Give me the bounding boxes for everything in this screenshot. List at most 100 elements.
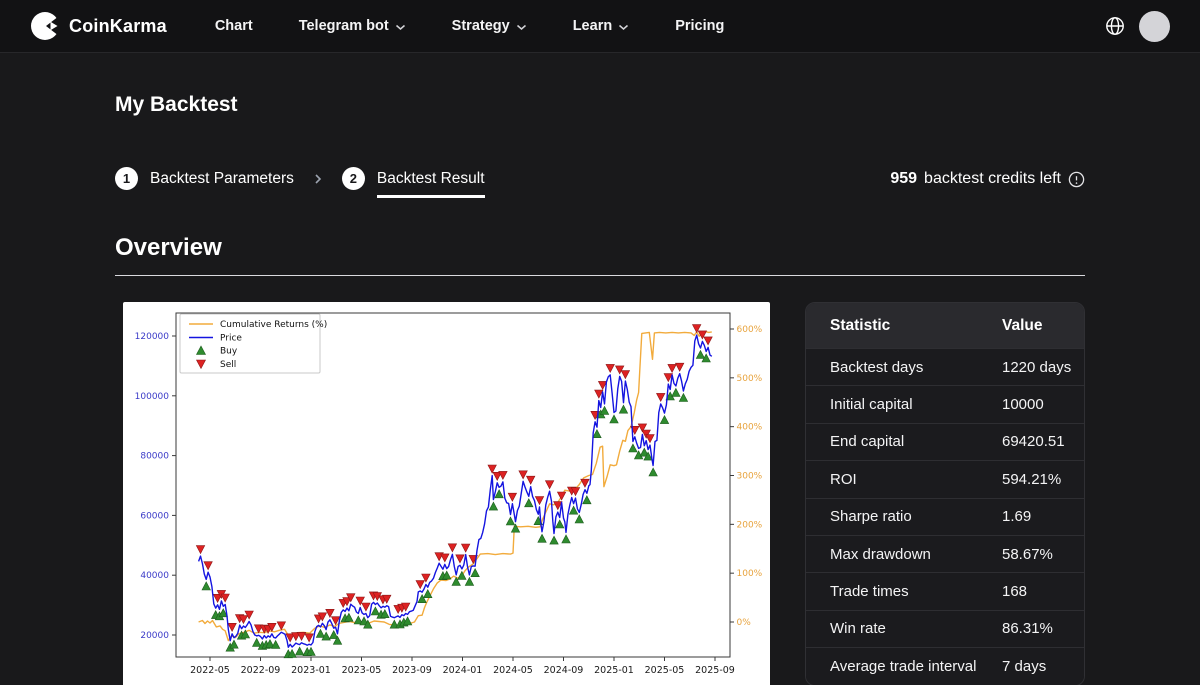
table-row: Trade times168: [806, 572, 1084, 609]
svg-text:60000: 60000: [140, 511, 169, 521]
svg-text:2023-01: 2023-01: [291, 665, 331, 676]
table-row: Initial capital10000: [806, 385, 1084, 422]
navbar: CoinKarma Chart Telegram bot Strategy Learn…: [0, 0, 1200, 53]
header-value: Value: [1002, 317, 1084, 335]
backtest-chart: 2022-05 2022-09 2023-01 2023-05 2023-09 2024-…: [123, 302, 770, 685]
stat-value: 594.21%: [1002, 471, 1084, 488]
stat-value: 7 days: [1002, 658, 1084, 675]
nav-right: [1105, 11, 1170, 42]
nav-item-telegram-bot[interactable]: Telegram bot: [299, 18, 406, 34]
table-row: Backtest days1220 days: [806, 348, 1084, 385]
language-button[interactable]: [1105, 16, 1125, 36]
statistics-table: Statistic Value Backtest days1220 daysIn…: [805, 302, 1085, 685]
stat-label: Backtest days: [806, 359, 1002, 376]
svg-text:Buy: Buy: [220, 347, 238, 357]
coinkarma-logo[interactable]: CoinKarma: [30, 11, 167, 41]
step-2-number: 2: [342, 167, 365, 190]
svg-text:200%: 200%: [737, 520, 763, 530]
credits-count: 959: [890, 170, 917, 188]
svg-text:2025-09: 2025-09: [695, 665, 735, 676]
stat-value: 10000: [1002, 396, 1084, 413]
nav-item-chart[interactable]: Chart: [215, 18, 253, 34]
table-body: Backtest days1220 daysInitial capital100…: [806, 348, 1084, 685]
svg-text:600%: 600%: [737, 325, 763, 335]
page-title: My Backtest: [115, 93, 1085, 117]
overview-content: 2022-05 2022-09 2023-01 2023-05 2023-09 2024-…: [115, 302, 1085, 685]
svg-text:0%: 0%: [737, 618, 752, 628]
nav-item-label: Learn: [573, 18, 613, 34]
credits-text: backtest credits left: [924, 170, 1061, 188]
section-divider: [115, 275, 1085, 276]
svg-text:2025-05: 2025-05: [645, 665, 685, 676]
stat-label: Max drawdown: [806, 546, 1002, 563]
svg-text:2024-09: 2024-09: [544, 665, 584, 676]
svg-text:Price: Price: [220, 334, 242, 344]
svg-text:500%: 500%: [737, 374, 763, 384]
step-1-label: Backtest Parameters: [150, 170, 294, 188]
step-1-number: 1: [115, 167, 138, 190]
svg-text:Sell: Sell: [220, 360, 236, 370]
chevron-down-icon: [516, 24, 527, 31]
stat-label: ROI: [806, 471, 1002, 488]
stat-value: 58.67%: [1002, 546, 1084, 563]
header-statistic: Statistic: [806, 317, 1002, 335]
step-backtest-result[interactable]: 2 Backtest Result: [342, 167, 485, 190]
nav-item-label: Strategy: [452, 18, 510, 34]
table-row: End capital69420.51: [806, 423, 1084, 460]
svg-text:2022-09: 2022-09: [241, 665, 281, 676]
stepper: 1 Backtest Parameters 2 Backtest Result …: [115, 167, 1085, 190]
globe-icon: [1105, 16, 1125, 36]
stat-label: Average trade interval: [806, 658, 1002, 675]
stat-label: Initial capital: [806, 396, 1002, 413]
nav-links: Chart Telegram bot Strategy Learn Pricing: [215, 18, 1105, 34]
svg-text:2023-09: 2023-09: [392, 665, 432, 676]
nav-item-label: Pricing: [675, 18, 724, 34]
svg-text:100000: 100000: [135, 392, 170, 402]
stat-label: End capital: [806, 433, 1002, 450]
svg-text:300%: 300%: [737, 472, 763, 482]
step-backtest-parameters[interactable]: 1 Backtest Parameters: [115, 167, 294, 190]
credits-info-button[interactable]: [1068, 171, 1085, 188]
stat-value: 86.31%: [1002, 620, 1084, 637]
avatar[interactable]: [1139, 11, 1170, 42]
nav-item-pricing[interactable]: Pricing: [675, 18, 724, 34]
table-header: Statistic Value: [806, 303, 1084, 348]
backtest-chart-figure: 2022-05 2022-09 2023-01 2023-05 2023-09 2024-…: [123, 302, 770, 685]
table-row: Win rate86.31%: [806, 610, 1084, 647]
svg-text:120000: 120000: [135, 332, 170, 342]
svg-text:2023-05: 2023-05: [342, 665, 382, 676]
svg-text:2024-05: 2024-05: [493, 665, 533, 676]
svg-text:Cumulative Returns (%): Cumulative Returns (%): [220, 320, 327, 330]
svg-text:2022-05: 2022-05: [190, 665, 230, 676]
chevron-down-icon: [395, 24, 406, 31]
stat-label: Trade times: [806, 583, 1002, 600]
svg-text:80000: 80000: [140, 452, 169, 462]
table-row: Sharpe ratio1.69: [806, 498, 1084, 535]
svg-text:2024-01: 2024-01: [443, 665, 483, 676]
nav-item-strategy[interactable]: Strategy: [452, 18, 527, 34]
svg-text:400%: 400%: [737, 423, 763, 433]
section-title-overview: Overview: [115, 234, 1085, 262]
stat-label: Sharpe ratio: [806, 508, 1002, 525]
stat-value: 1220 days: [1002, 359, 1084, 376]
svg-text:2025-01: 2025-01: [594, 665, 634, 676]
table-row: Max drawdown58.67%: [806, 535, 1084, 572]
info-icon: [1068, 171, 1085, 188]
svg-text:20000: 20000: [140, 631, 169, 641]
main-content: My Backtest 1 Backtest Parameters 2 Back…: [115, 93, 1085, 685]
svg-text:40000: 40000: [140, 571, 169, 581]
credits-left: 959 backtest credits left: [890, 170, 1085, 188]
chevron-down-icon: [618, 24, 629, 31]
table-row: Average trade interval7 days: [806, 647, 1084, 684]
chevron-right-icon: [312, 173, 324, 185]
step-2-label: Backtest Result: [377, 170, 485, 188]
brand-name: CoinKarma: [69, 16, 167, 37]
coinkarma-logo-icon: [30, 11, 60, 41]
nav-item-label: Chart: [215, 18, 253, 34]
table-row: ROI594.21%: [806, 460, 1084, 497]
nav-item-label: Telegram bot: [299, 18, 389, 34]
nav-item-learn[interactable]: Learn: [573, 18, 630, 34]
stat-value: 1.69: [1002, 508, 1084, 525]
svg-text:100%: 100%: [737, 569, 763, 579]
stat-value: 69420.51: [1002, 433, 1084, 450]
